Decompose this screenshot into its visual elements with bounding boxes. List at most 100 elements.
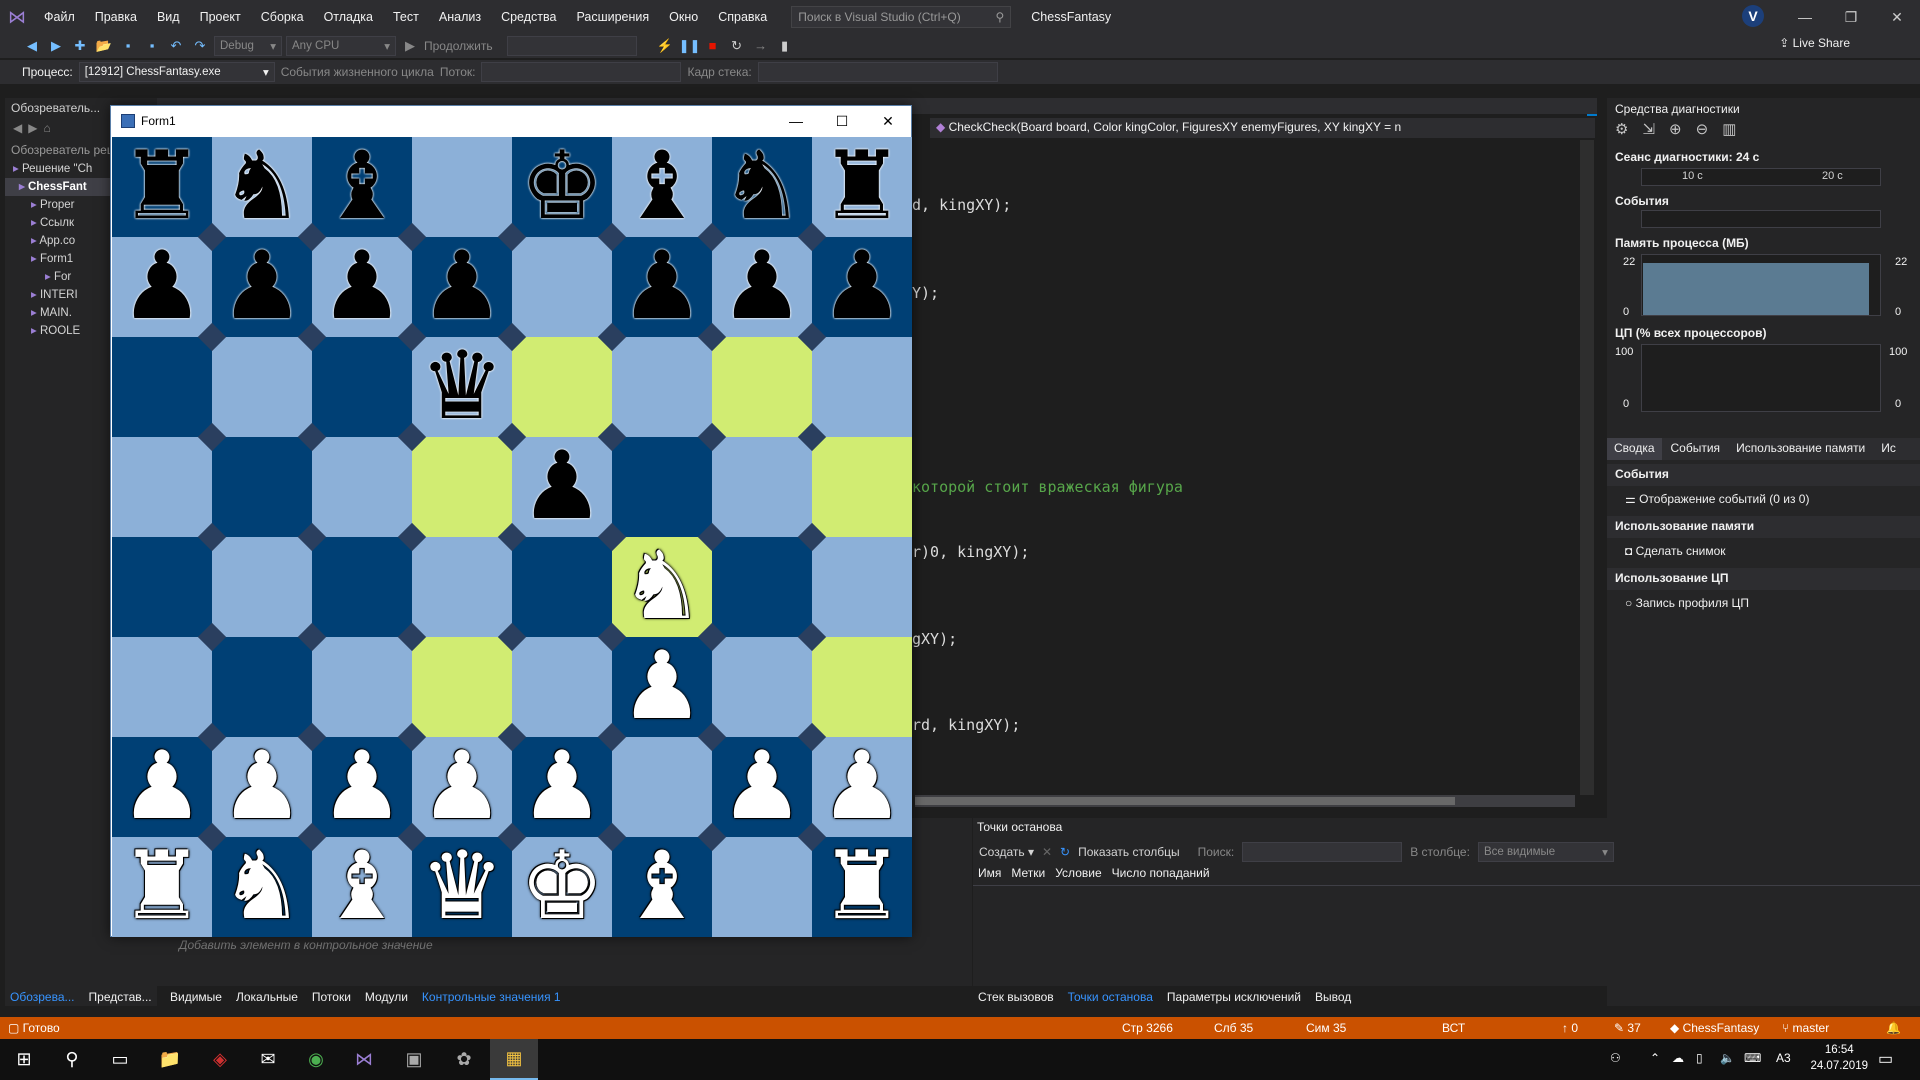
- board-square[interactable]: [512, 637, 612, 737]
- white-knight-icon[interactable]: ♞: [612, 537, 712, 637]
- avatar[interactable]: V: [1742, 5, 1764, 27]
- black-knight-icon[interactable]: ♞: [212, 137, 312, 237]
- stack-frame-select[interactable]: [757, 62, 998, 82]
- clock[interactable]: 16:54 24.07.2019: [1810, 1042, 1868, 1074]
- board-square[interactable]: ♞: [212, 137, 312, 237]
- board-square[interactable]: [712, 437, 812, 537]
- tab-events[interactable]: События: [1664, 438, 1728, 460]
- board-square[interactable]: [312, 337, 412, 437]
- redo-icon[interactable]: ↷: [190, 36, 210, 56]
- board-square[interactable]: [212, 537, 312, 637]
- thread-select[interactable]: [481, 62, 682, 82]
- platform-select[interactable]: Any CPU ▾: [286, 36, 396, 56]
- black-queen-icon[interactable]: ♛: [412, 337, 512, 437]
- white-queen-icon[interactable]: ♛: [412, 837, 512, 937]
- board-square[interactable]: ♟: [512, 737, 612, 837]
- minimize-button[interactable]: —: [1782, 0, 1828, 34]
- white-king-icon[interactable]: ♚: [512, 837, 612, 937]
- zoom-in-icon[interactable]: ⊕: [1669, 120, 1682, 138]
- board-square[interactable]: ♜: [812, 137, 912, 237]
- board-square[interactable]: [612, 737, 712, 837]
- tab-summary[interactable]: Сводка: [1607, 438, 1662, 460]
- language-indicator[interactable]: А3: [1776, 1051, 1791, 1065]
- visual-studio-icon[interactable]: ⋈: [340, 1039, 388, 1080]
- board-square[interactable]: ♜: [112, 137, 212, 237]
- black-pawn-icon[interactable]: ♟: [812, 237, 912, 337]
- form1-app-icon[interactable]: ▦: [490, 1039, 538, 1080]
- white-pawn-icon[interactable]: ♟: [512, 737, 612, 837]
- white-pawn-icon[interactable]: ♟: [812, 737, 912, 837]
- refresh-icon[interactable]: ↻: [1060, 845, 1070, 859]
- record-cpu-profile-button[interactable]: ○ Запись профиля ЦП: [1625, 596, 1749, 610]
- board-square-highlighted[interactable]: [812, 437, 912, 537]
- board-square[interactable]: [312, 637, 412, 737]
- black-pawn-icon[interactable]: ♟: [412, 237, 512, 337]
- white-knight-icon[interactable]: ♞: [212, 837, 312, 937]
- menu-item[interactable]: Вид: [147, 0, 190, 34]
- black-rook-icon[interactable]: ♜: [812, 137, 912, 237]
- open-icon[interactable]: 📂: [94, 36, 114, 56]
- black-pawn-icon[interactable]: ♟: [612, 237, 712, 337]
- board-square[interactable]: ♟: [312, 737, 412, 837]
- black-pawn-icon[interactable]: ♟: [712, 237, 812, 337]
- board-square[interactable]: [312, 437, 412, 537]
- bookmark-icon[interactable]: ▮: [775, 36, 795, 56]
- board-square[interactable]: [112, 637, 212, 737]
- undo-icon[interactable]: ↶: [166, 36, 186, 56]
- tab-exception-settings[interactable]: Параметры исключений: [1167, 990, 1301, 1010]
- process-select[interactable]: [12912] ChessFantasy.exe ▾: [78, 62, 275, 82]
- chrome-icon[interactable]: ◉: [292, 1039, 340, 1080]
- board-square[interactable]: [212, 337, 312, 437]
- black-pawn-icon[interactable]: ♟: [312, 237, 412, 337]
- board-square[interactable]: [412, 537, 512, 637]
- white-rook-icon[interactable]: ♜: [112, 837, 212, 937]
- board-square-highlighted[interactable]: [412, 437, 512, 537]
- board-square-highlighted[interactable]: [512, 337, 612, 437]
- menu-item[interactable]: Сборка: [251, 0, 314, 34]
- editor-vertical-scrollbar[interactable]: [1580, 140, 1594, 795]
- board-square[interactable]: ♟: [212, 237, 312, 337]
- branch[interactable]: ⑂ master: [1782, 1021, 1829, 1035]
- board-square[interactable]: ♟: [212, 737, 312, 837]
- board-square[interactable]: [412, 137, 512, 237]
- restart-icon[interactable]: ↻: [727, 36, 747, 56]
- take-snapshot-button[interactable]: ◘ Сделать снимок: [1625, 544, 1726, 558]
- white-pawn-icon[interactable]: ♟: [712, 737, 812, 837]
- menu-item[interactable]: Файл: [34, 0, 85, 34]
- pending-changes[interactable]: ✎ 37: [1614, 1021, 1641, 1035]
- save-all-icon[interactable]: ▪: [142, 36, 162, 56]
- notifications-icon[interactable]: 🔔: [1886, 1021, 1901, 1035]
- board-square[interactable]: [612, 337, 712, 437]
- file-explorer-icon[interactable]: 📁: [146, 1039, 194, 1080]
- board-square[interactable]: ♟: [712, 737, 812, 837]
- create-breakpoint-button[interactable]: Создать ▾: [979, 845, 1034, 859]
- app-gray-icon[interactable]: ▣: [390, 1039, 438, 1080]
- menu-item[interactable]: Средства: [491, 0, 566, 34]
- menu-item[interactable]: Тест: [383, 0, 429, 34]
- board-square[interactable]: ♛: [412, 337, 512, 437]
- zoom-out-icon[interactable]: ⊖: [1696, 120, 1709, 138]
- back-icon[interactable]: ◀: [13, 121, 22, 137]
- board-square[interactable]: ♟: [312, 237, 412, 337]
- black-bishop-icon[interactable]: ♝: [612, 137, 712, 237]
- tab-breakpoints[interactable]: Точки останова: [1068, 990, 1153, 1010]
- black-pawn-icon[interactable]: ♟: [512, 437, 612, 537]
- lifecycle-events-button[interactable]: События жизненного цикла: [281, 65, 434, 79]
- black-pawn-icon[interactable]: ♟: [212, 237, 312, 337]
- board-square[interactable]: [112, 337, 212, 437]
- board-square[interactable]: [612, 437, 712, 537]
- delete-icon[interactable]: ✕: [1042, 845, 1052, 859]
- tray-chevron-icon[interactable]: ⌃: [1650, 1051, 1660, 1065]
- menu-item[interactable]: Правка: [85, 0, 147, 34]
- push-count[interactable]: ↑ 0: [1562, 1021, 1578, 1035]
- play-icon[interactable]: ▶: [400, 36, 420, 56]
- notification-center-icon[interactable]: ▭: [1878, 1049, 1893, 1069]
- export-icon[interactable]: ⇲: [1642, 120, 1655, 138]
- menu-item[interactable]: Расширения: [566, 0, 659, 34]
- tab-locals[interactable]: Локальные: [236, 990, 298, 1010]
- board-square[interactable]: ♟: [112, 237, 212, 337]
- board-square[interactable]: [712, 837, 812, 937]
- stop-icon[interactable]: ■: [703, 36, 723, 56]
- board-square[interactable]: ♟: [512, 437, 612, 537]
- member-navigation-bar[interactable]: ◆ CheckCheck(Board board, Color kingColo…: [930, 118, 1595, 138]
